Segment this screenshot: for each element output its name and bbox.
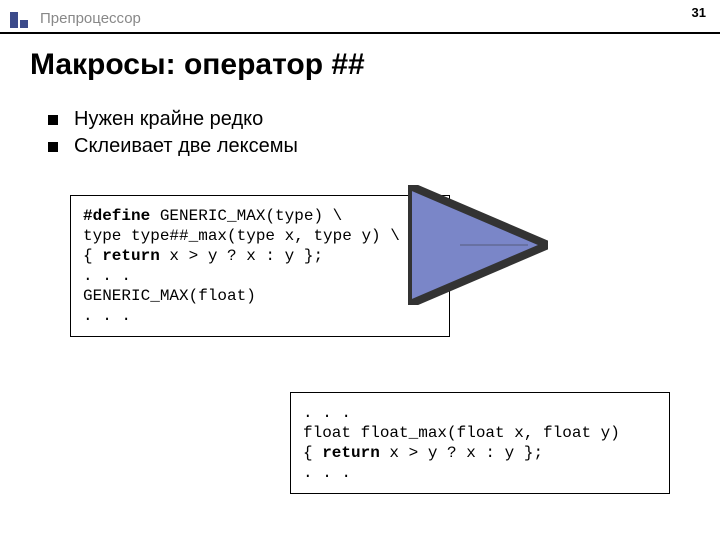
bullet-list: Нужен крайне редко Склеивает две лексемы [48, 108, 298, 162]
square-bullet-icon [48, 115, 58, 125]
code-text: . . . [303, 464, 351, 482]
square-bullet-icon [10, 12, 18, 20]
code-text: { [303, 444, 322, 462]
page-number: 31 [692, 5, 706, 20]
header-decor [10, 12, 30, 28]
code-keyword: return [102, 247, 160, 265]
slide-title: Макросы: оператор ## [30, 48, 365, 82]
code-keyword: #define [83, 207, 150, 225]
square-bullet-icon [20, 20, 28, 28]
code-keyword: return [322, 444, 380, 462]
code-text: GENERIC_MAX(type) \ [150, 207, 342, 225]
slide: Препроцессор 31 Макросы: оператор ## Нуж… [0, 0, 720, 540]
list-item: Склеивает две лексемы [48, 135, 298, 158]
code-box-source: #define GENERIC_MAX(type) \ type type##_… [70, 195, 450, 337]
code-text: { [83, 247, 102, 265]
code-text: float float_max(float x, float y) [303, 424, 620, 442]
header-label: Препроцессор [40, 10, 141, 27]
arrow-icon [410, 230, 540, 290]
list-item: Нужен крайне редко [48, 108, 298, 131]
code-box-result: . . . float float_max(float x, float y) … [290, 392, 670, 494]
bullet-text: Склеивает две лексемы [74, 135, 298, 158]
code-text: . . . [83, 307, 131, 325]
code-text: x > y ? x : y }; [160, 247, 323, 265]
square-bullet-icon [10, 20, 18, 28]
header-rule [0, 32, 720, 34]
code-text: x > y ? x : y }; [380, 444, 543, 462]
code-text: type type##_max(type x, type y) \ [83, 227, 400, 245]
code-text: . . . [83, 267, 131, 285]
header-bar: Препроцессор [0, 10, 720, 32]
code-text: . . . [303, 404, 351, 422]
bullet-text: Нужен крайне редко [74, 108, 263, 131]
code-text: GENERIC_MAX(float) [83, 287, 256, 305]
square-bullet-icon [48, 142, 58, 152]
